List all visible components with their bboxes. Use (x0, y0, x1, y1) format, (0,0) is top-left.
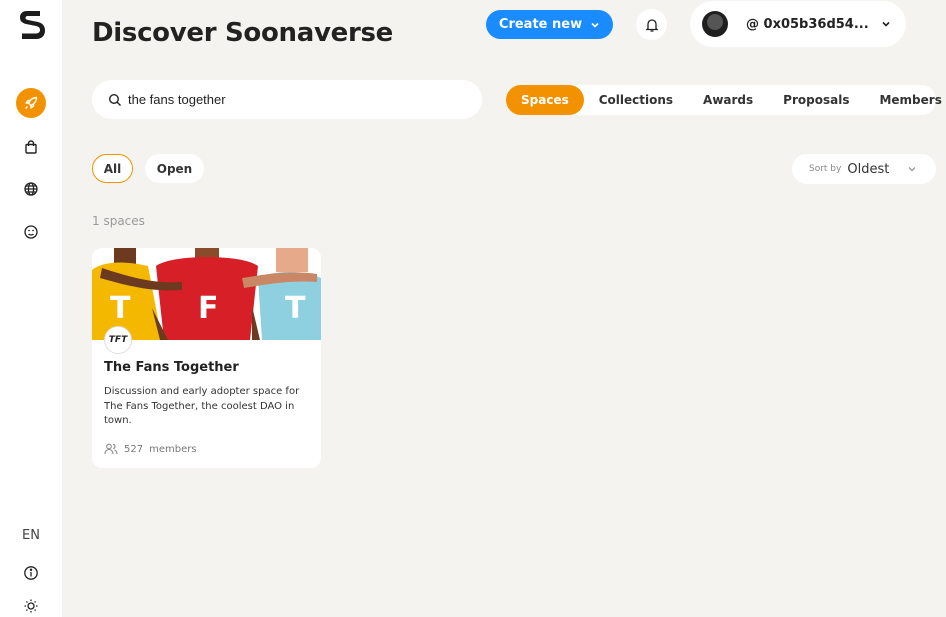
result-count: 1 spaces (92, 214, 145, 228)
chevron-down-icon (591, 22, 599, 28)
space-description: Discussion and early adopter space for T… (104, 386, 300, 426)
globe-icon (24, 182, 38, 196)
sort-dropdown[interactable]: Sort by Oldest (792, 154, 936, 184)
space-logo: TFT (104, 326, 132, 354)
tab-members[interactable]: Members (864, 85, 946, 115)
sidebar-item-discover[interactable] (16, 88, 46, 118)
bell-icon (644, 18, 659, 32)
sun-icon (24, 599, 38, 613)
info-icon (24, 566, 38, 580)
create-new-label: Create new (498, 17, 583, 32)
space-members: 527 members (104, 443, 197, 455)
profile-menu[interactable]: @ 0x05b36d54... (690, 1, 906, 47)
member-label: members (149, 443, 197, 455)
language-selector[interactable]: EN (14, 528, 48, 543)
filter-all[interactable]: All (92, 154, 133, 183)
members-icon (104, 443, 118, 455)
soonaverse-logo[interactable] (18, 9, 46, 41)
section-tabs: Spaces Collections Awards Proposals Memb… (506, 85, 942, 115)
sidebar-item-network[interactable] (16, 174, 46, 204)
search-input[interactable] (128, 92, 428, 107)
smiley-icon (24, 225, 38, 239)
search-bar (92, 80, 482, 119)
notifications-button[interactable] (636, 9, 667, 40)
page-title: Discover Soonaverse (92, 18, 394, 48)
sort-value: Oldest (847, 161, 890, 177)
main-content: Discover Soonaverse Create new @ 0x05b36… (62, 0, 946, 617)
tab-spaces[interactable]: Spaces (506, 85, 584, 115)
chevron-down-icon (908, 167, 916, 172)
tab-collections[interactable]: Collections (584, 85, 688, 115)
banner-letters: T F T (110, 291, 306, 326)
sidebar: EN (0, 0, 62, 617)
profile-name: @ 0x05b36d54... (746, 16, 869, 32)
search-icon (108, 93, 121, 106)
create-new-button[interactable]: Create new (486, 10, 613, 39)
space-title: The Fans Together (104, 360, 239, 375)
shopping-bag-icon (25, 140, 37, 154)
member-count: 527 (124, 443, 144, 455)
filter-open[interactable]: Open (145, 154, 204, 183)
banner-letter-t2: T (285, 291, 306, 326)
sidebar-item-market[interactable] (16, 132, 46, 162)
banner-letter-f: F (198, 291, 219, 326)
banner-letter-t1: T (110, 291, 131, 326)
chevron-down-icon (882, 21, 890, 27)
sidebar-item-members[interactable] (16, 217, 46, 247)
avatar (702, 11, 728, 37)
theme-toggle-button[interactable] (16, 591, 46, 617)
tab-awards[interactable]: Awards (688, 85, 768, 115)
rocket-icon (25, 96, 38, 109)
sort-label: Sort by (809, 164, 842, 174)
about-button[interactable] (16, 558, 46, 588)
tab-proposals[interactable]: Proposals (768, 85, 864, 115)
space-card[interactable]: T F T TFT The Fans Together Discussion a… (92, 248, 321, 468)
